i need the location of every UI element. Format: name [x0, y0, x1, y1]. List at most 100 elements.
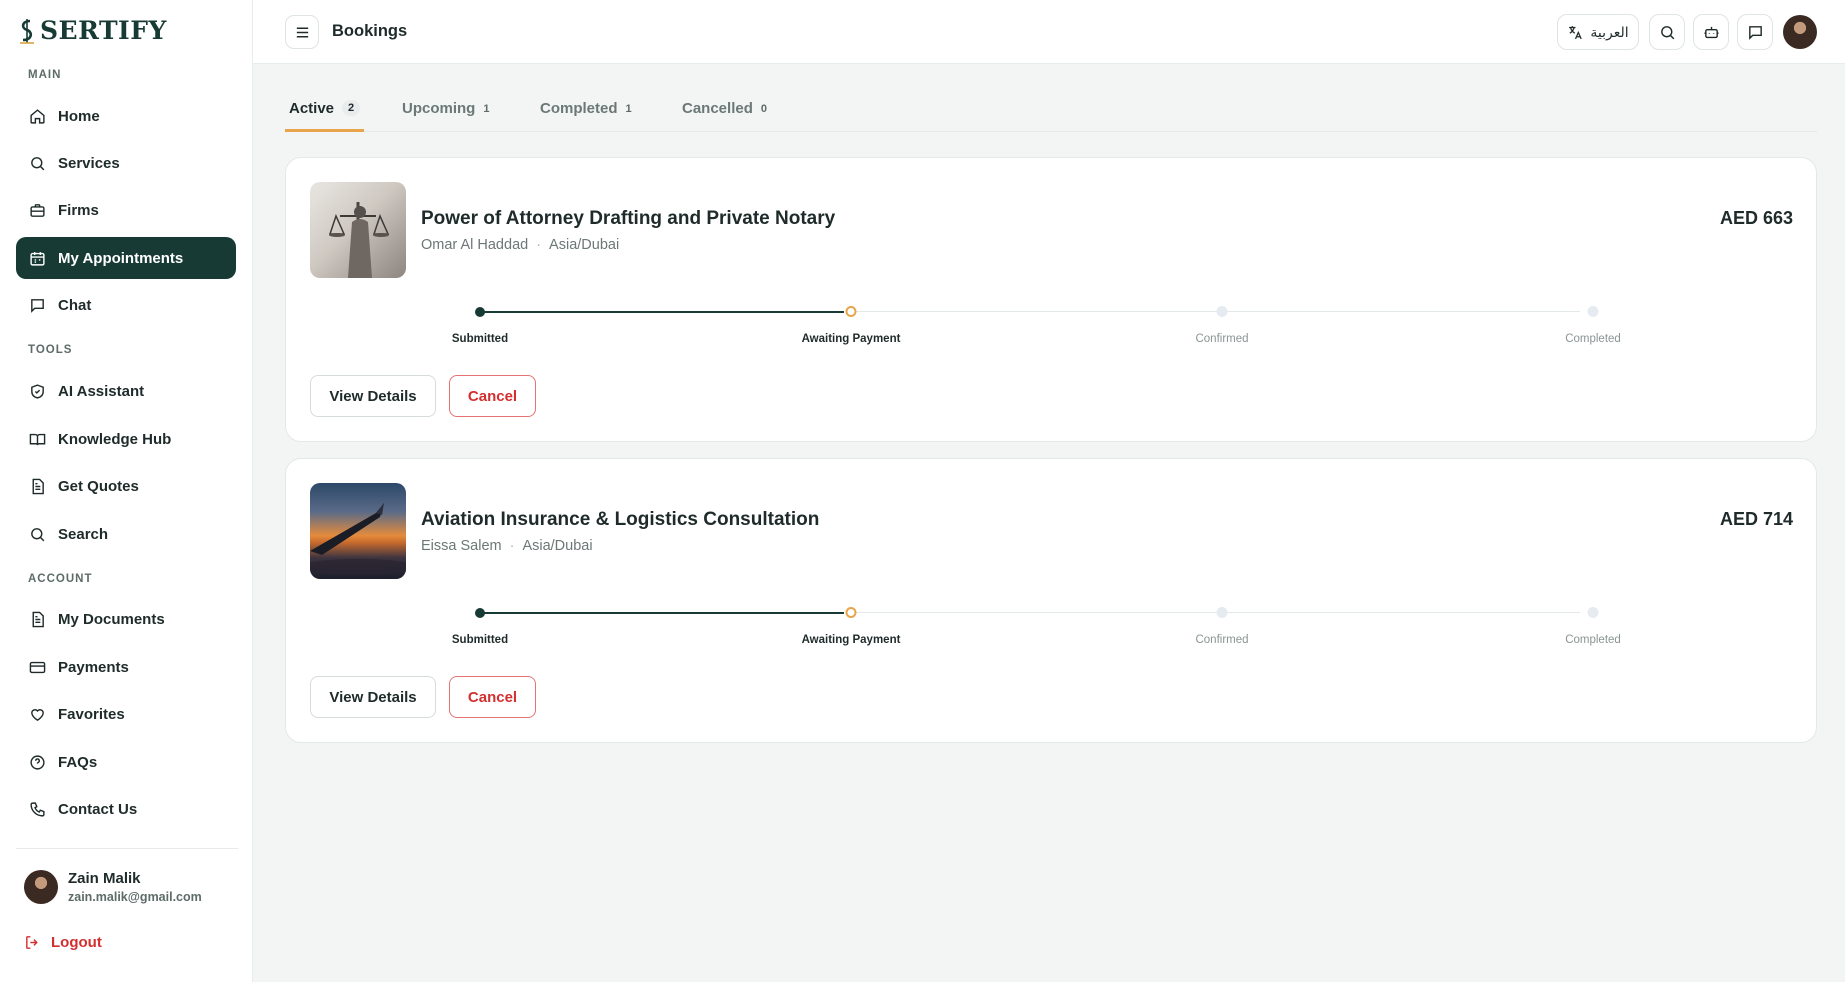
view-details-button[interactable]: View Details	[310, 676, 436, 718]
step-label: Confirmed	[1195, 333, 1249, 345]
cancel-booking-button[interactable]: Cancel	[449, 676, 536, 718]
shield-check-icon	[28, 382, 46, 400]
translate-icon	[1569, 25, 1583, 39]
step-label: Confirmed	[1195, 634, 1249, 646]
menu-toggle-button[interactable]	[285, 15, 319, 49]
booking-card: Aviation Insurance & Logistics Consultat…	[285, 458, 1817, 743]
sidebar-item-my-documents[interactable]: My Documents	[16, 598, 236, 640]
user-email: zain.malik@gmail.com	[68, 890, 202, 904]
sidebar-item-knowledge-hub[interactable]: Knowledge Hub	[16, 418, 236, 460]
chat-icon	[28, 296, 46, 314]
sidebar-item-label: Firms	[58, 201, 99, 219]
sidebar-item-faqs[interactable]: FAQs	[16, 741, 236, 783]
booking-price: AED 714	[1719, 509, 1793, 529]
view-details-button[interactable]: View Details	[310, 375, 436, 417]
sidebar-item-services[interactable]: Services	[16, 142, 236, 184]
step-label: Submitted	[451, 634, 509, 646]
bot-icon	[1703, 26, 1719, 38]
progress-line-pending	[850, 612, 1580, 613]
booking-title: Aviation Insurance & Logistics Consultat…	[421, 509, 820, 530]
booking-progress: Submitted Awaiting Payment Confirmed Com…	[452, 306, 1621, 346]
sidebar-item-label: AI Assistant	[58, 382, 145, 400]
sidebar-item-label: Contact Us	[58, 800, 138, 818]
booking-progress: Submitted Awaiting Payment Confirmed Com…	[452, 607, 1621, 647]
search-icon	[28, 525, 46, 543]
sidebar-item-firms[interactable]: Firms	[16, 189, 236, 231]
ai-bot-button[interactable]	[1693, 14, 1729, 50]
sidebar-item-label: Home	[58, 107, 100, 125]
step-dot-completed	[1587, 607, 1599, 618]
messages-button[interactable]	[1737, 14, 1773, 50]
progress-line-pending	[850, 311, 1580, 312]
sidebar-item-search[interactable]: Search	[16, 513, 236, 555]
search-icon	[28, 154, 46, 172]
step-dot-completed	[1587, 306, 1599, 317]
logout-button[interactable]: Logout	[24, 934, 102, 951]
sidebar-item-label: Services	[58, 154, 120, 172]
tab-completed[interactable]: Completed 1	[536, 100, 636, 132]
timezone: Asia/Dubai	[549, 237, 620, 253]
service-image-lady-justice	[310, 182, 406, 278]
sidebar-item-payments[interactable]: Payments	[16, 646, 236, 688]
tab-label: Upcoming	[402, 100, 476, 117]
user-profile[interactable]: Zain Malik zain.malik@gmail.com	[24, 870, 202, 904]
sidebar-item-label: FAQs	[58, 753, 98, 771]
step-dot-confirmed	[1216, 306, 1228, 317]
sidebar-item-label: My Appointments	[58, 249, 184, 267]
tab-active[interactable]: Active 2	[285, 100, 365, 132]
brand-logo[interactable]: SERTIFY	[16, 16, 167, 45]
language-toggle-button[interactable]: العربية	[1557, 14, 1639, 50]
booking-title: Power of Attorney Drafting and Private N…	[421, 208, 836, 229]
sidebar-item-favorites[interactable]: Favorites	[16, 693, 236, 735]
tab-label: Active	[289, 100, 335, 117]
booking-tabs: Active 2 Upcoming 1 Completed 1 Cancelle…	[285, 94, 1817, 132]
page-title: Bookings	[332, 22, 408, 40]
header-avatar[interactable]	[1783, 15, 1817, 49]
step-label: Awaiting Payment	[801, 333, 901, 345]
tab-count-badge: 0	[760, 103, 767, 115]
step-label: Completed	[1565, 634, 1621, 646]
cancel-booking-button[interactable]: Cancel	[449, 375, 536, 417]
sidebar-item-ai-assistant[interactable]: AI Assistant	[16, 370, 236, 412]
sidebar-item-get-quotes[interactable]: Get Quotes	[16, 465, 236, 507]
tab-count-badge: 1	[625, 103, 632, 115]
booking-meta: Eissa Salem · Asia/Dubai	[421, 538, 593, 554]
booking-price: AED 663	[1719, 208, 1793, 228]
credit-card-icon	[28, 658, 46, 676]
step-dot-submitted	[475, 306, 485, 317]
booking-meta: Omar Al Haddad · Asia/Dubai	[421, 237, 619, 253]
step-dot-submitted	[475, 607, 485, 618]
sidebar-item-contact-us[interactable]: Contact Us	[16, 788, 236, 830]
tab-cancelled[interactable]: Cancelled 0	[678, 100, 771, 132]
sidebar: SERTIFY MAIN Home Services Firms My Appo…	[0, 0, 253, 982]
sidebar-item-label: Knowledge Hub	[58, 430, 172, 448]
sidebar-item-label: Payments	[58, 658, 129, 676]
provider-name: Eissa Salem	[421, 538, 502, 554]
sidebar-item-chat[interactable]: Chat	[16, 284, 236, 326]
chat-icon	[1748, 25, 1762, 40]
meta-separator: ·	[509, 538, 515, 554]
tab-upcoming[interactable]: Upcoming 1	[398, 100, 493, 132]
help-circle-icon	[28, 753, 46, 771]
service-image-airplane-wing	[310, 483, 406, 579]
step-label: Submitted	[451, 333, 509, 345]
logout-label: Logout	[51, 934, 102, 951]
timezone: Asia/Dubai	[522, 538, 593, 554]
sidebar-item-label: Chat	[58, 296, 92, 314]
sidebar-item-home[interactable]: Home	[16, 95, 236, 137]
logout-icon	[26, 936, 38, 949]
step-dot-confirmed	[1216, 607, 1228, 618]
hamburger-icon	[296, 27, 308, 37]
step-dot-awaiting-payment	[845, 306, 857, 317]
lady-justice-image	[328, 202, 390, 278]
meta-separator: ·	[536, 237, 542, 253]
calendar-icon	[28, 249, 46, 267]
sidebar-item-my-appointments[interactable]: My Appointments	[16, 237, 236, 279]
search-icon	[1660, 25, 1674, 39]
brand-name: SERTIFY	[40, 16, 167, 45]
section-label-main: MAIN	[28, 69, 62, 81]
home-icon	[28, 107, 46, 125]
header-search-button[interactable]	[1649, 14, 1685, 50]
sidebar-item-label: Search	[58, 525, 109, 543]
tab-label: Cancelled	[682, 100, 753, 117]
